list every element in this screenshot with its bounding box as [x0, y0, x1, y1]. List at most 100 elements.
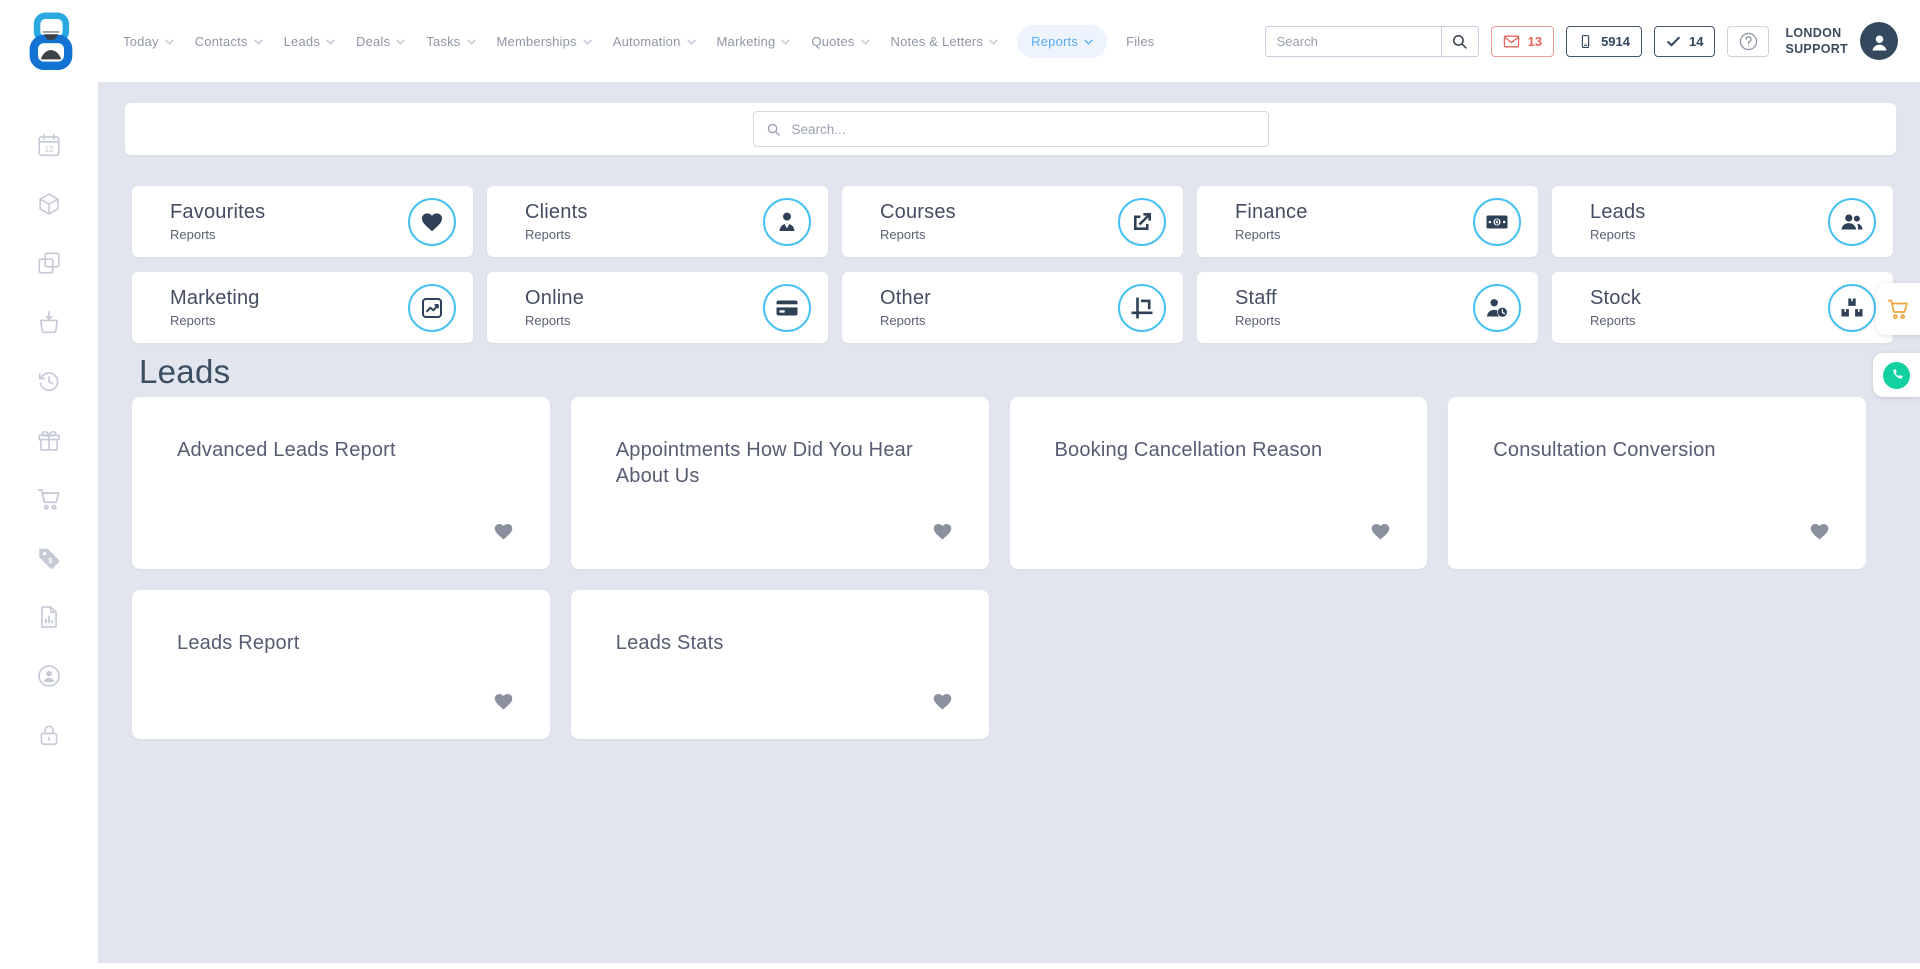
floating-phone-button[interactable] — [1873, 353, 1920, 397]
topbar-search-input[interactable] — [1266, 27, 1441, 56]
category-subtitle: Reports — [170, 313, 408, 328]
category-card-staff[interactable]: StaffReports — [1197, 272, 1538, 343]
sidebar-clone-icon[interactable] — [36, 250, 62, 276]
nav-item-marketing[interactable]: Marketing — [715, 25, 793, 58]
favourite-heart-icon[interactable] — [493, 521, 514, 542]
topbar-search-button[interactable] — [1441, 27, 1478, 56]
user-icon — [1868, 31, 1891, 54]
cart-icon — [1886, 297, 1910, 321]
category-text: FavouritesReports — [170, 201, 408, 242]
category-card-courses[interactable]: CoursesReports — [842, 186, 1183, 257]
badge-completed-tasks[interactable]: 14 — [1654, 26, 1715, 57]
user-name: LONDON SUPPORT — [1785, 25, 1848, 58]
sidebar-gift-icon[interactable] — [36, 427, 62, 453]
category-card-clients[interactable]: ClientsReports — [487, 186, 828, 257]
sidebar-calendar-icon[interactable]: 12 — [36, 132, 62, 158]
favourite-heart-icon[interactable] — [932, 691, 953, 712]
category-card-finance[interactable]: FinanceReports — [1197, 186, 1538, 257]
nav-item-automation[interactable]: Automation — [611, 25, 698, 58]
report-title: Booking Cancellation Reason — [1055, 437, 1386, 463]
report-title: Consultation Conversion — [1493, 437, 1824, 463]
reports-search-input[interactable] — [790, 121, 1256, 138]
main-nav: Today Contacts Leads Deals Tasks Memberships A… — [121, 25, 1157, 58]
nav-item-memberships[interactable]: Memberships — [495, 25, 594, 58]
external-link-icon — [1130, 210, 1154, 234]
report-title: Leads Report — [177, 630, 508, 656]
nav-item-leads[interactable]: Leads — [282, 25, 337, 58]
nav-item-label: Today — [123, 34, 159, 49]
report-card-consultation-conversion[interactable]: Consultation Conversion — [1448, 397, 1866, 569]
category-icon-circle — [763, 198, 811, 246]
nav-item-contacts[interactable]: Contacts — [193, 25, 265, 58]
favourite-heart-icon[interactable] — [493, 691, 514, 712]
badge-messages[interactable]: 13 — [1491, 26, 1554, 57]
category-card-stock[interactable]: StockReports — [1552, 272, 1893, 343]
nav-item-label: Memberships — [497, 34, 577, 49]
avatar[interactable] — [1860, 22, 1898, 60]
help-button[interactable] — [1727, 26, 1769, 57]
category-card-online[interactable]: Online Reports — [487, 272, 828, 343]
sidebar-price-tag-icon[interactable]: $ — [36, 545, 62, 571]
money-bill-icon — [1485, 210, 1509, 234]
nav-item-deals[interactable]: Deals — [354, 25, 407, 58]
badge-count: 14 — [1689, 34, 1703, 49]
sidebar-report-document-icon[interactable] — [36, 604, 62, 630]
category-title: Other — [880, 287, 1118, 310]
category-text: CoursesReports — [880, 201, 1118, 242]
report-category-grid: FavouritesReports ClientsReports CoursesRe… — [132, 186, 1893, 343]
report-card-advanced-leads-report[interactable]: Advanced Leads Report — [132, 397, 550, 569]
category-icon-circle — [1473, 198, 1521, 246]
envelope-icon — [1503, 33, 1520, 50]
nav-item-today[interactable]: Today — [121, 25, 176, 58]
phone-icon — [1890, 368, 1904, 382]
sidebar-account-circle-icon[interactable] — [36, 663, 62, 689]
phone-circle — [1883, 362, 1910, 389]
favourite-heart-icon[interactable] — [1370, 521, 1391, 542]
category-title: Online — [525, 287, 763, 310]
report-card-leads-report[interactable]: Leads Report — [132, 590, 550, 739]
category-title: Leads — [1590, 201, 1828, 224]
sidebar-bag-import-icon[interactable] — [36, 309, 62, 335]
search-icon — [1451, 33, 1468, 50]
sidebar-cart-icon[interactable] — [36, 486, 62, 512]
sidebar-history-icon[interactable] — [36, 368, 62, 394]
nav-item-reports[interactable]: Reports — [1017, 25, 1107, 58]
chevron-down-icon — [861, 39, 870, 45]
category-card-favourites[interactable]: FavouritesReports — [132, 186, 473, 257]
category-icon-circle — [1118, 198, 1166, 246]
user-name-line1: LONDON — [1785, 25, 1848, 41]
chevron-down-icon — [326, 39, 335, 45]
nav-item-tasks[interactable]: Tasks — [424, 25, 477, 58]
report-title: Leads Stats — [616, 630, 947, 656]
badge-count: 13 — [1528, 34, 1542, 49]
nav-item-label: Contacts — [195, 34, 248, 49]
category-text: Marketing Reports — [170, 287, 408, 328]
badge-sms-credits[interactable]: 5914 — [1566, 26, 1642, 57]
category-card-marketing[interactable]: Marketing Reports — [132, 272, 473, 343]
category-subtitle: Reports — [525, 313, 763, 328]
report-grid: Advanced Leads ReportAppointments How Di… — [132, 397, 1866, 739]
report-card-leads-stats[interactable]: Leads Stats — [571, 590, 989, 739]
sidebar-lock-icon[interactable] — [36, 722, 62, 748]
nav-item-files[interactable]: Files — [1124, 25, 1156, 58]
sidebar-package-icon[interactable] — [36, 191, 62, 217]
category-subtitle: Reports — [880, 227, 1118, 242]
question-icon — [1738, 31, 1759, 52]
favourite-heart-icon[interactable] — [932, 521, 953, 542]
category-icon-circle — [763, 284, 811, 332]
floating-cart-button[interactable] — [1876, 283, 1920, 335]
category-text: OtherReports — [880, 287, 1118, 328]
report-card-appointments-how-did-you-hear-about-us[interactable]: Appointments How Did You Hear About Us — [571, 397, 989, 569]
category-icon-circle — [1473, 284, 1521, 332]
category-title: Marketing — [170, 287, 408, 310]
nav-item-quotes[interactable]: Quotes — [809, 25, 871, 58]
report-card-booking-cancellation-reason[interactable]: Booking Cancellation Reason — [1010, 397, 1428, 569]
search-icon — [766, 122, 781, 137]
chevron-down-icon — [254, 39, 263, 45]
nav-item-notes-letters[interactable]: Notes & Letters — [889, 25, 1001, 58]
nav-item-label: Quotes — [811, 34, 854, 49]
favourite-heart-icon[interactable] — [1809, 521, 1830, 542]
category-card-other[interactable]: OtherReports — [842, 272, 1183, 343]
category-card-leads[interactable]: LeadsReports — [1552, 186, 1893, 257]
category-subtitle: Reports — [525, 227, 763, 242]
